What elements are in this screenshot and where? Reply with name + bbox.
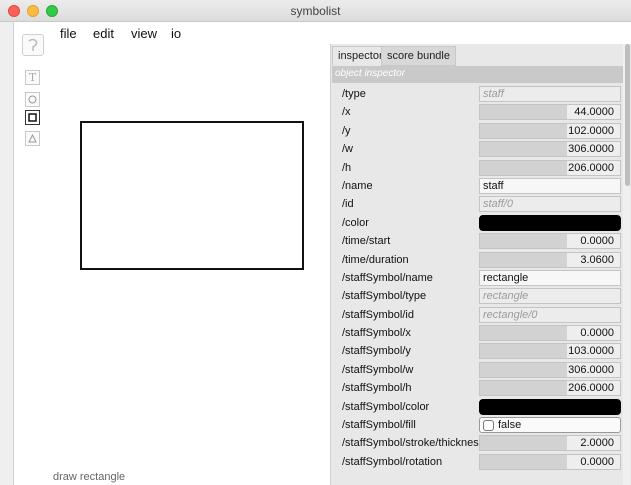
circle-icon: [28, 95, 37, 104]
name-text-field[interactable]: staff: [479, 177, 621, 194]
rectangle-tool-button[interactable]: [25, 110, 40, 125]
prop-label: /id: [342, 198, 354, 211]
staffsymbol-rotation-number-field[interactable]: 0.0000: [479, 453, 621, 470]
id-field: staff/0: [479, 196, 621, 213]
prop-row-staffsymbol-rotation: /staffSymbol/rotation 0.0000: [332, 453, 624, 471]
prop-row-type: /type staff: [332, 85, 624, 103]
menu-bar: file edit view io: [51, 22, 331, 44]
staffsymbol-w-number-field[interactable]: 306.0000: [479, 361, 621, 378]
staff-rectangle[interactable]: [80, 121, 304, 270]
prop-label: /h: [342, 161, 352, 174]
prop-label: /staffSymbol/color: [342, 400, 430, 413]
tool-palette: T: [14, 22, 51, 485]
prop-label: /time/start: [342, 235, 391, 248]
circle-tool-button[interactable]: [25, 92, 40, 107]
prop-label: /staffSymbol/name: [342, 271, 433, 284]
prop-label: /staffSymbol/y: [342, 345, 411, 358]
prop-row-id: /id staff/0: [332, 195, 624, 213]
staffsymbol-stroke-thickness-number-field[interactable]: 2.0000: [479, 435, 621, 452]
staffsymbol-id-field: rectangle/0: [479, 306, 621, 323]
inspector-panel: inspector score bundle object inspector …: [330, 44, 631, 485]
menu-edit[interactable]: edit: [93, 26, 114, 41]
square-icon: [28, 113, 37, 122]
prop-label: /staffSymbol/x: [342, 327, 411, 340]
staffsymbol-fill-toggle[interactable]: false: [479, 417, 621, 434]
menu-view[interactable]: view: [131, 26, 157, 41]
prop-label: /staffSymbol/fill: [342, 419, 416, 432]
glyph-tool-button[interactable]: [22, 34, 44, 56]
prop-row-w: /w 306.0000: [332, 140, 624, 158]
prop-label: /color: [342, 216, 369, 229]
property-list: /type staff /x 44.0000 /y 102.0000 /w 30…: [332, 85, 624, 471]
prop-label: /type: [342, 88, 366, 100]
text-t-icon: T: [28, 71, 37, 84]
prop-row-staffsymbol-y: /staffSymbol/y 103.0000: [332, 342, 624, 360]
prop-label: /y: [342, 124, 351, 137]
fill-checkbox[interactable]: [483, 419, 494, 431]
tab-score-bundle[interactable]: score bundle: [381, 46, 456, 66]
prop-row-staffsymbol-stroke-thickness: /staffSymbol/stroke/thickness 2.0000: [332, 434, 624, 452]
prop-row-staffsymbol-name: /staffSymbol/name rectangle: [332, 269, 624, 287]
fill-value: false: [498, 419, 522, 432]
prop-row-name: /name staff: [332, 177, 624, 195]
staffsymbol-name-text-field[interactable]: rectangle: [479, 269, 621, 286]
prop-label: /name: [342, 179, 373, 192]
object-inspector-header: object inspector: [332, 66, 624, 83]
staffsymbol-y-number-field[interactable]: 103.0000: [479, 343, 621, 360]
triangle-tool-button[interactable]: [25, 131, 40, 146]
prop-label: /time/duration: [342, 253, 409, 266]
staffsymbol-type-field: rectangle: [479, 288, 621, 305]
staffsymbol-color-swatch[interactable]: [479, 398, 621, 415]
curve-glyph-icon: [28, 38, 38, 51]
left-edge: [0, 22, 14, 485]
status-text: draw rectangle: [53, 471, 126, 483]
panel-tabs: inspector score bundle: [331, 44, 631, 66]
prop-label: /w: [342, 143, 353, 156]
staffsymbol-x-number-field[interactable]: 0.0000: [479, 325, 621, 342]
staffsymbol-h-number-field[interactable]: 206.0000: [479, 380, 621, 397]
menu-io[interactable]: io: [171, 26, 181, 41]
prop-row-h: /h 206.0000: [332, 159, 624, 177]
time-start-number-field[interactable]: 0.0000: [479, 233, 621, 250]
h-number-field[interactable]: 206.0000: [479, 159, 621, 176]
text-tool-button[interactable]: T: [25, 70, 40, 85]
prop-row-time-duration: /time/duration 3.0600: [332, 251, 624, 269]
prop-row-color: /color: [332, 214, 624, 232]
prop-row-x: /x 44.0000: [332, 103, 624, 121]
score-canvas[interactable]: [51, 44, 330, 485]
color-swatch[interactable]: [479, 214, 621, 231]
prop-row-staffsymbol-w: /staffSymbol/w 306.0000: [332, 361, 624, 379]
time-duration-number-field[interactable]: 3.0600: [479, 251, 621, 268]
w-number-field[interactable]: 306.0000: [479, 141, 621, 158]
triangle-icon: [28, 134, 37, 143]
prop-row-staffsymbol-type: /staffSymbol/type rectangle: [332, 287, 624, 305]
x-number-field[interactable]: 44.0000: [479, 104, 621, 121]
prop-label: /staffSymbol/rotation: [342, 455, 443, 468]
prop-row-y: /y 102.0000: [332, 122, 624, 140]
prop-label: /staffSymbol/h: [342, 382, 412, 395]
prop-label: /staffSymbol/id: [342, 308, 414, 321]
title-bar: symbolist: [0, 0, 631, 22]
y-number-field[interactable]: 102.0000: [479, 122, 621, 139]
type-field: staff: [479, 86, 621, 102]
menu-file[interactable]: file: [60, 26, 77, 41]
window-title: symbolist: [290, 4, 341, 18]
prop-row-staffsymbol-fill: /staffSymbol/fill false: [332, 416, 624, 434]
prop-row-staffsymbol-id: /staffSymbol/id rectangle/0: [332, 306, 624, 324]
prop-row-staffsymbol-color: /staffSymbol/color: [332, 398, 624, 416]
prop-label: /staffSymbol/stroke/thickness: [342, 437, 485, 450]
panel-scrollbar-thumb[interactable]: [625, 44, 630, 186]
prop-label: /staffSymbol/w: [342, 363, 414, 376]
prop-row-staffsymbol-x: /staffSymbol/x 0.0000: [332, 324, 624, 342]
prop-row-staffsymbol-h: /staffSymbol/h 206.0000: [332, 379, 624, 397]
prop-label: /staffSymbol/type: [342, 290, 427, 303]
prop-label: /x: [342, 106, 351, 119]
prop-row-time-start: /time/start 0.0000: [332, 232, 624, 250]
